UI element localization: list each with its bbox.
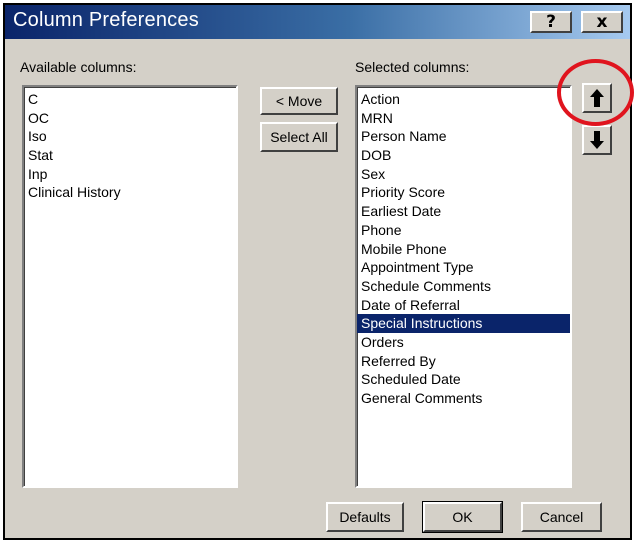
- defaults-button[interactable]: Defaults: [326, 502, 404, 532]
- list-item-selected[interactable]: Special Instructions: [357, 314, 570, 333]
- list-item[interactable]: Phone: [357, 221, 570, 240]
- move-down-button[interactable]: [582, 125, 612, 155]
- available-columns-list[interactable]: C OC Iso Stat Inp Clinical History: [22, 85, 238, 488]
- list-item[interactable]: Mobile Phone: [357, 240, 570, 259]
- list-item[interactable]: Appointment Type: [357, 258, 570, 277]
- list-item[interactable]: Date of Referral: [357, 296, 570, 315]
- close-button[interactable]: x: [581, 11, 623, 33]
- list-item[interactable]: OC: [24, 109, 236, 128]
- list-item[interactable]: Iso: [24, 127, 236, 146]
- list-item[interactable]: Sex: [357, 165, 570, 184]
- list-item[interactable]: Orders: [357, 333, 570, 352]
- selected-columns-list[interactable]: Action MRN Person Name DOB Sex Priority Score…: [355, 85, 572, 488]
- column-preferences-dialog: Column Preferences ? x Available columns…: [3, 3, 632, 540]
- list-item[interactable]: Schedule Comments: [357, 277, 570, 296]
- list-item[interactable]: Inp: [24, 165, 236, 184]
- list-item[interactable]: DOB: [357, 146, 570, 165]
- list-item[interactable]: Referred By: [357, 352, 570, 371]
- ok-button[interactable]: OK: [422, 501, 503, 533]
- list-item[interactable]: General Comments: [357, 389, 570, 408]
- list-item[interactable]: Earliest Date: [357, 202, 570, 221]
- select-all-button[interactable]: Select All: [260, 122, 338, 152]
- list-item[interactable]: C: [24, 90, 236, 109]
- list-item[interactable]: Action: [357, 90, 570, 109]
- list-item[interactable]: Scheduled Date: [357, 370, 570, 389]
- list-item[interactable]: MRN: [357, 109, 570, 128]
- list-item[interactable]: Person Name: [357, 127, 570, 146]
- arrow-up-icon: [590, 89, 604, 107]
- title-bar[interactable]: Column Preferences ? x: [5, 5, 630, 39]
- list-item[interactable]: Priority Score: [357, 183, 570, 202]
- available-columns-label: Available columns:: [20, 59, 137, 75]
- arrow-down-icon: [590, 131, 604, 149]
- cancel-button[interactable]: Cancel: [521, 502, 602, 532]
- selected-columns-label: Selected columns:: [355, 59, 470, 75]
- list-item[interactable]: Clinical History: [24, 183, 236, 202]
- list-item[interactable]: Stat: [24, 146, 236, 165]
- help-button[interactable]: ?: [530, 11, 572, 33]
- move-up-button[interactable]: [582, 83, 612, 113]
- window-title: Column Preferences: [13, 9, 199, 31]
- move-button[interactable]: < Move: [260, 87, 338, 115]
